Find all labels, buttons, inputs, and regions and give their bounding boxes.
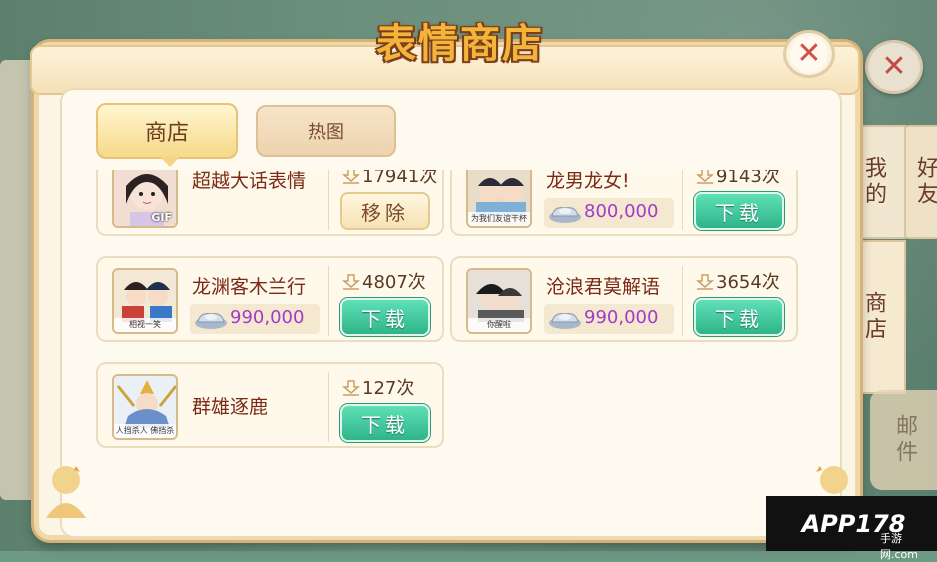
emoji-pack-name: 超越大话表情: [192, 170, 307, 192]
tab-hot-label: 热图: [308, 122, 344, 143]
download-count: 4807次: [342, 268, 426, 294]
silver-ingot-icon: [549, 207, 581, 223]
download-button[interactable]: 下载: [694, 192, 784, 230]
download-count-text: 127次: [362, 378, 415, 399]
price-tag: 990,000: [190, 304, 320, 334]
emoji-pack-name: 沧浪君莫解语: [546, 276, 661, 298]
emoji-pack-list[interactable]: GIF 超越大话表情 17941次 移除 为我们友谊干杯 龙男龙女! 800,0…: [96, 170, 806, 460]
download-button[interactable]: 下载: [694, 298, 784, 336]
tab-shop-label: 商店: [144, 121, 189, 146]
price-value: 800,000: [584, 201, 659, 222]
download-count-text: 17941次: [362, 170, 438, 187]
download-count-text: 3654次: [716, 272, 780, 293]
divider: [328, 170, 329, 230]
emoji-pack-name: 群雄逐鹿: [192, 396, 269, 418]
side-tab-mine-label: 我的: [861, 156, 886, 208]
download-count-icon: [342, 274, 360, 290]
side-tab-shop-label: 商店: [861, 291, 886, 343]
emoji-pack-card: 为我们友谊干杯 龙男龙女! 800,000 9143次 下载: [450, 170, 798, 236]
divider: [682, 266, 683, 336]
emoji-pack-card: 你醒啦 沧浪君莫解语 990,000 3654次 下载: [450, 256, 798, 342]
emoji-pack-thumbnail: GIF: [112, 170, 178, 228]
silver-ingot-icon: [549, 313, 581, 329]
download-button[interactable]: 下载: [340, 298, 430, 336]
download-count: 17941次: [342, 170, 437, 188]
tab-hot[interactable]: 热图: [256, 105, 396, 157]
emoji-pack-card: 人挡杀人 佛挡杀佛 群雄逐鹿 127次 下载: [96, 362, 444, 448]
download-count: 3654次: [696, 268, 780, 294]
corner-ornament-left: [46, 466, 86, 518]
price-tag: 990,000: [544, 304, 674, 334]
divider: [328, 372, 329, 442]
download-count-text: 9143次: [716, 170, 780, 187]
emoji-pack-name: 龙男龙女!: [546, 170, 630, 192]
thumbnail-caption: 人挡杀人 佛挡杀佛: [114, 424, 176, 438]
side-tab-friend-label: 好友: [913, 156, 937, 208]
download-count-icon: [696, 170, 714, 184]
emoji-pack-thumbnail: 你醒啦: [466, 268, 532, 334]
remove-button[interactable]: 移除: [340, 192, 430, 230]
emoji-pack-card: GIF 超越大话表情 17941次 移除: [96, 170, 444, 236]
silver-ingot-icon: [195, 313, 227, 329]
thumbnail-caption: 你醒啦: [468, 318, 530, 332]
tab-shop[interactable]: 商店: [96, 103, 238, 167]
thumbnail-caption: 相视一笑: [114, 318, 176, 332]
dialog-title: 表情商店: [376, 20, 544, 67]
emoji-pack-thumbnail: 为我们友谊干杯: [466, 170, 532, 228]
download-count: 9143次: [696, 170, 780, 188]
download-count-icon: [342, 170, 360, 184]
download-button[interactable]: 下载: [340, 404, 430, 442]
price-value: 990,000: [584, 307, 659, 328]
emoji-pack-name: 龙渊客木兰行: [192, 276, 307, 298]
background-close-button[interactable]: ✕: [865, 40, 923, 94]
divider: [682, 170, 683, 230]
thumbnail-caption: 为我们友谊干杯: [468, 212, 530, 226]
gif-badge: GIF: [151, 211, 172, 224]
close-icon: ✕: [881, 49, 907, 84]
close-icon: ✕: [796, 36, 822, 71]
price-value: 990,000: [230, 307, 305, 328]
download-count-icon: [696, 274, 714, 290]
side-tab-mail-label: 邮件: [892, 414, 917, 466]
download-count-icon: [342, 380, 360, 396]
emoji-pack-thumbnail: 人挡杀人 佛挡杀佛: [112, 374, 178, 440]
watermark-subtext: 手游网.com: [880, 532, 918, 561]
emoji-pack-thumbnail: 相视一笑: [112, 268, 178, 334]
price-tag: 800,000: [544, 198, 674, 228]
side-tab-mail[interactable]: 邮件: [870, 390, 937, 490]
download-count-text: 4807次: [362, 272, 426, 293]
download-count: 127次: [342, 374, 414, 400]
divider: [328, 266, 329, 336]
emoji-pack-card: 相视一笑 龙渊客木兰行 990,000 4807次 下载: [96, 256, 444, 342]
close-button[interactable]: ✕: [783, 30, 835, 78]
